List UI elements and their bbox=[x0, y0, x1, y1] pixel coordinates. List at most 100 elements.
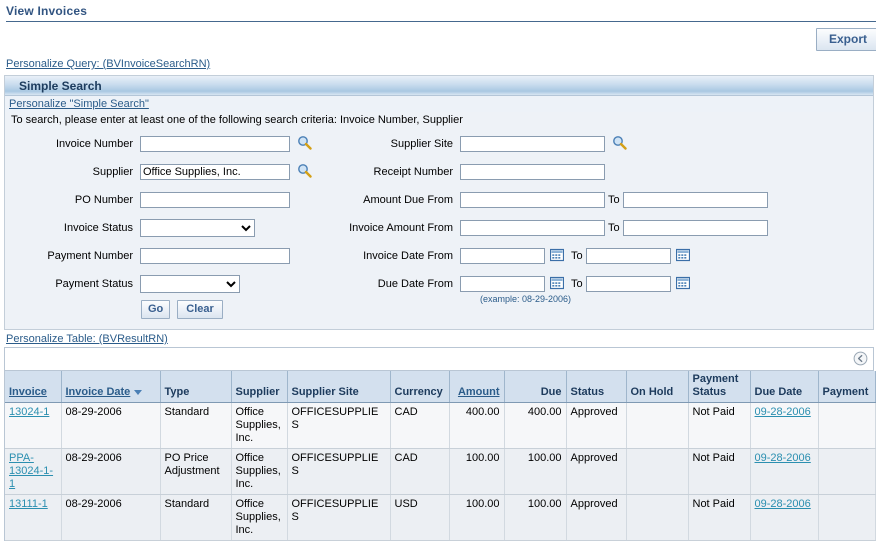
invoice-link[interactable]: 13111-1 bbox=[9, 498, 48, 510]
cell-invoice[interactable]: 13024-1 bbox=[5, 402, 62, 449]
col-header-payment-status: Payment Status bbox=[688, 371, 751, 403]
invoice-link[interactable]: 13024-1 bbox=[9, 406, 49, 418]
collapse-left-icon[interactable] bbox=[853, 351, 868, 369]
cell-due: 100.00 bbox=[504, 448, 567, 495]
export-toolbar: Export bbox=[0, 22, 876, 56]
cell-type: Standard bbox=[160, 402, 232, 449]
supplier-lov-magnifier-icon[interactable] bbox=[297, 163, 312, 181]
col-header-invoice-date[interactable]: Invoice Date bbox=[61, 371, 161, 403]
date-format-example: (example: 08-29-2006) bbox=[480, 294, 572, 304]
page-title: View Invoices bbox=[6, 4, 88, 18]
invoice-number-input[interactable] bbox=[140, 136, 290, 152]
cell-invoice[interactable]: 13111-1 bbox=[5, 494, 62, 541]
field-row-supplier: Supplier bbox=[5, 158, 335, 186]
personalize-query-row: Personalize Query: (BVInvoiceSearchRN) bbox=[0, 56, 876, 75]
invoice-status-select[interactable] bbox=[140, 219, 255, 237]
receipt-number-input[interactable] bbox=[460, 164, 605, 180]
label-amount-due-from: Amount Due From bbox=[363, 194, 453, 206]
col-header-type: Type bbox=[160, 371, 232, 403]
amount-due-to-input[interactable] bbox=[622, 192, 768, 208]
sort-descending-icon[interactable] bbox=[134, 389, 143, 395]
field-row-amount-due-from: Amount Due From To bbox=[335, 186, 873, 214]
search-form-left-column: Invoice Number Supplier PO Number bbox=[5, 130, 335, 325]
col-header-invoice[interactable]: Invoice bbox=[5, 371, 62, 403]
col-header-invoice-link[interactable]: Invoice bbox=[9, 386, 47, 398]
cell-invoice-date: 08-29-2006 bbox=[61, 448, 161, 495]
search-instruction: To search, please enter at least one of … bbox=[11, 114, 463, 126]
personalize-query-link[interactable]: Personalize Query: (BVInvoiceSearchRN) bbox=[6, 58, 210, 70]
col-header-status: Status bbox=[566, 371, 627, 403]
payment-number-input[interactable] bbox=[140, 248, 290, 264]
col-header-currency: Currency bbox=[390, 371, 450, 403]
view-invoices-page: View Invoices Export Personalize Query: … bbox=[0, 0, 876, 546]
due-date-to-calendar-icon[interactable] bbox=[675, 276, 690, 293]
cell-supplier-site: OFFICESUPPLIES bbox=[287, 448, 391, 495]
results-table-container: Invoice Invoice Date Type Supplier Suppl… bbox=[4, 347, 876, 541]
cell-invoice[interactable]: PPA-13024-1-1 bbox=[5, 448, 62, 495]
payment-status-select[interactable] bbox=[140, 275, 240, 293]
invoice-amount-to-input[interactable] bbox=[622, 220, 768, 236]
cell-type: Standard bbox=[160, 494, 232, 541]
cell-due-date[interactable]: 09-28-2006 bbox=[750, 494, 819, 541]
due-date-link[interactable]: 09-28-2006 bbox=[755, 498, 811, 510]
cell-payment-status: Not Paid bbox=[688, 494, 751, 541]
cell-supplier: Office Supplies, Inc. bbox=[231, 402, 288, 449]
supplier-input[interactable] bbox=[140, 164, 290, 180]
col-header-invoice-date-link[interactable]: Invoice Date bbox=[66, 386, 131, 398]
table-row: 13024-1 08-29-2006 Standard Office Suppl… bbox=[5, 402, 876, 449]
po-number-input[interactable] bbox=[140, 192, 290, 208]
col-header-payment: Payment bbox=[818, 371, 876, 403]
due-date-from-input[interactable] bbox=[460, 276, 545, 292]
label-supplier-site: Supplier Site bbox=[390, 138, 453, 150]
export-button[interactable]: Export bbox=[815, 28, 876, 51]
label-invoice-status: Invoice Status bbox=[63, 222, 133, 234]
cell-payment bbox=[818, 448, 876, 495]
cell-amount: 100.00 bbox=[449, 494, 505, 541]
personalize-table-link[interactable]: Personalize Table: (BVResultRN) bbox=[6, 333, 168, 345]
personalize-simple-search-row: Personalize "Simple Search" bbox=[5, 96, 873, 112]
cell-amount: 100.00 bbox=[449, 448, 505, 495]
due-date-to-input[interactable] bbox=[585, 276, 671, 292]
cell-on-hold bbox=[626, 448, 689, 495]
simple-search-region: Simple Search Personalize "Simple Search… bbox=[4, 75, 874, 330]
cell-due-date[interactable]: 09-28-2006 bbox=[750, 402, 819, 449]
clear-button[interactable]: Clear bbox=[177, 300, 223, 319]
cell-status: Approved bbox=[566, 402, 627, 449]
label-po-number: PO Number bbox=[74, 194, 133, 206]
invoice-amount-from-input[interactable] bbox=[460, 220, 605, 236]
label-receipt-number: Receipt Number bbox=[373, 166, 453, 178]
cell-due-date[interactable]: 09-28-2006 bbox=[750, 448, 819, 495]
invoice-date-to-input[interactable] bbox=[585, 248, 671, 264]
personalize-simple-search-link[interactable]: Personalize "Simple Search" bbox=[9, 98, 149, 110]
label-invoice-number: Invoice Number bbox=[55, 138, 133, 150]
col-header-amount[interactable]: Amount bbox=[449, 371, 505, 403]
due-date-link[interactable]: 09-28-2006 bbox=[755, 406, 811, 418]
col-header-amount-link[interactable]: Amount bbox=[458, 386, 500, 398]
results-table-header-row: Invoice Invoice Date Type Supplier Suppl… bbox=[5, 371, 876, 403]
invoice-date-from-input[interactable] bbox=[460, 248, 545, 264]
label-due-date-from: Due Date From bbox=[377, 278, 453, 290]
field-row-payment-status: Payment Status bbox=[5, 270, 335, 298]
invoice-date-from-calendar-icon[interactable] bbox=[549, 248, 565, 265]
cell-supplier: Office Supplies, Inc. bbox=[231, 448, 288, 495]
due-date-from-calendar-icon[interactable] bbox=[549, 276, 565, 293]
personalize-table-row: Personalize Table: (BVResultRN) bbox=[0, 330, 876, 347]
field-row-invoice-date-from: Invoice Date From To bbox=[335, 242, 873, 270]
simple-search-title: Simple Search bbox=[19, 78, 102, 93]
table-row: 13111-1 08-29-2006 Standard Office Suppl… bbox=[5, 494, 876, 541]
results-table-topbar bbox=[5, 348, 873, 371]
supplier-site-input[interactable] bbox=[460, 136, 605, 152]
invoice-number-lov-magnifier-icon[interactable] bbox=[297, 135, 312, 153]
due-date-link[interactable]: 09-28-2006 bbox=[755, 452, 811, 464]
cell-currency: USD bbox=[390, 494, 450, 541]
cell-payment-status: Not Paid bbox=[688, 448, 751, 495]
supplier-site-lov-magnifier-icon[interactable] bbox=[612, 135, 627, 153]
due-date-to-label: To bbox=[571, 278, 583, 290]
col-header-supplier-site: Supplier Site bbox=[287, 371, 391, 403]
field-row-po-number: PO Number bbox=[5, 186, 335, 214]
invoice-link[interactable]: PPA-13024-1-1 bbox=[9, 452, 53, 490]
go-button[interactable]: Go bbox=[141, 300, 171, 319]
amount-due-from-input[interactable] bbox=[460, 192, 605, 208]
field-row-invoice-status: Invoice Status bbox=[5, 214, 335, 242]
invoice-date-to-calendar-icon[interactable] bbox=[675, 248, 690, 265]
